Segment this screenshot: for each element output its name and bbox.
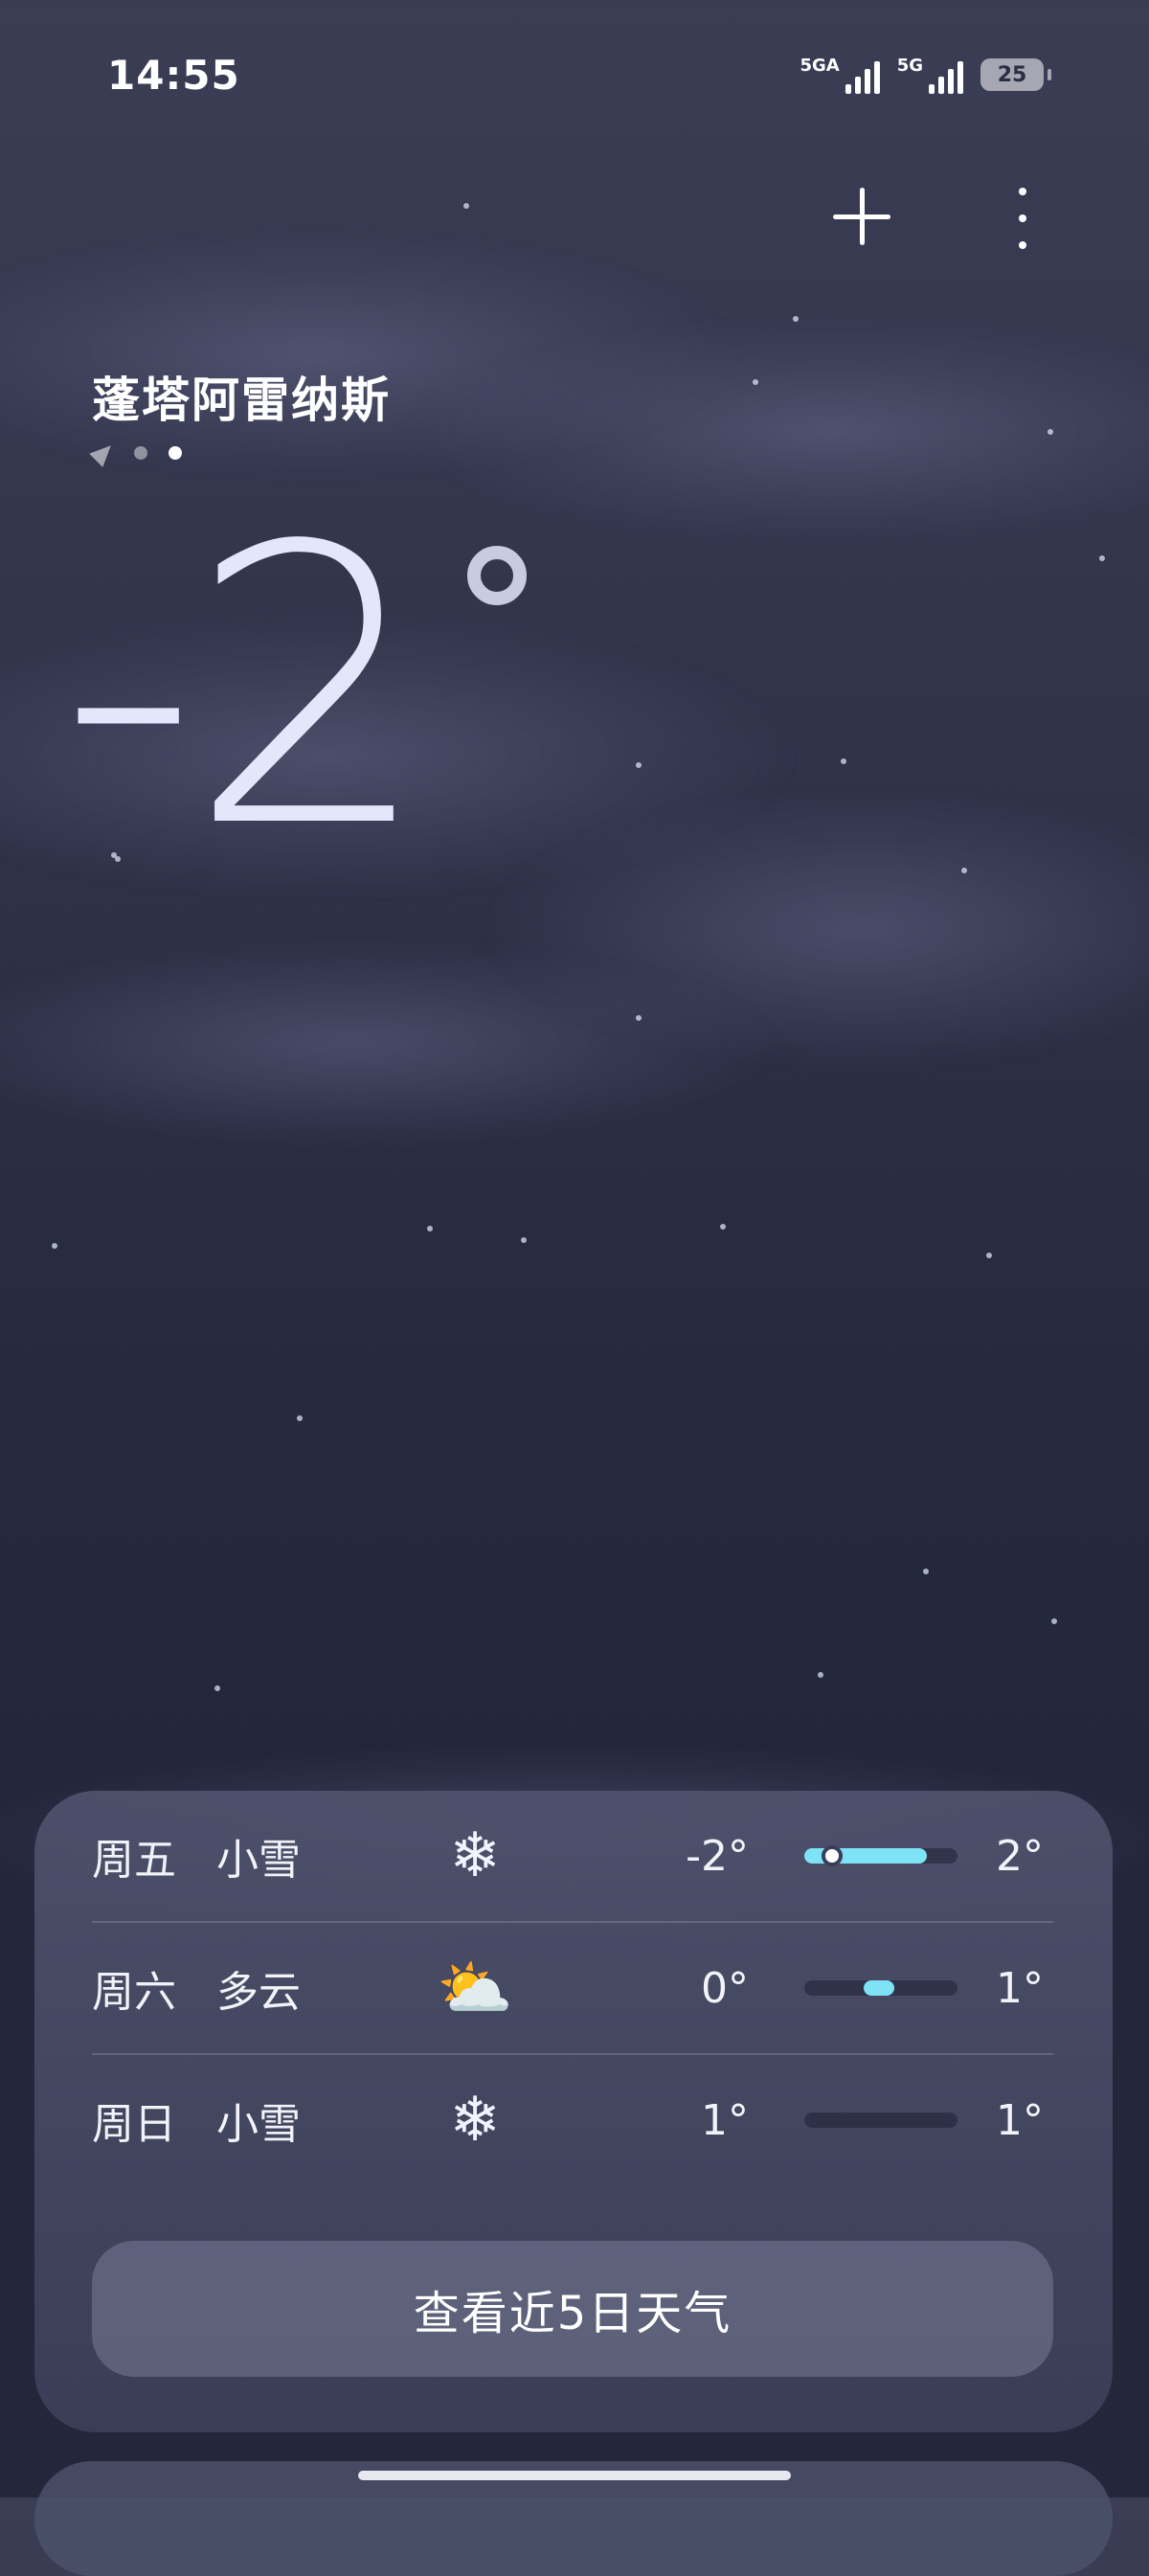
snowflake-icon: ❄ [449,2085,501,2156]
page-dot-active[interactable] [169,446,182,460]
range-fill [864,1980,894,1996]
status-time: 14:55 [107,52,240,99]
city-name: 蓬塔阿雷纳斯 [92,373,391,428]
forecast-condition: 小雪 [216,2100,301,2149]
forecast-low: -2° [686,1831,749,1881]
forecast-card[interactable]: 周五 小雪 ❄ -2° 2° 周六 多云 ⛅ 0° 1° 周日 小雪 ❄ 1° … [34,1791,1113,2432]
temperature-range-bar [804,2113,958,2128]
partly-cloudy-icon: ⛅ [437,1953,513,2024]
temperature-range-bar [804,1845,958,1866]
signal-bars-icon [929,56,963,94]
view-5-day-forecast-button[interactable]: 查看近5日天气 [92,2241,1053,2377]
network-label-5ga: 5GA [800,56,840,76]
forecast-day: 周六 [92,1968,176,2017]
battery-icon: 25 [980,58,1051,91]
network-label-5g: 5G [896,56,923,76]
forecast-high: 1° [996,2095,1044,2145]
forecast-row[interactable]: 周六 多云 ⛅ 0° 1° [92,1923,1053,2053]
forecast-high: 1° [996,1963,1044,2013]
more-options-button[interactable] [1005,188,1040,249]
status-icons: 5GA 5G 25 [800,54,1051,96]
location-arrow-icon [89,439,118,467]
current-temperature: -2 [59,466,432,912]
forecast-low: 0° [701,1963,749,2013]
forecast-day: 周五 [92,1836,176,1885]
add-city-button[interactable] [831,186,892,247]
home-indicator[interactable] [358,2471,791,2480]
forecast-high: 2° [996,1831,1044,1881]
battery-level: 25 [997,62,1027,87]
current-temp-marker [822,1845,843,1866]
status-bar: 14:55 5GA 5G 25 [0,0,1149,153]
page-dot[interactable] [134,446,147,460]
signal-bars-icon [845,56,880,94]
signal-5ga: 5GA [800,56,880,94]
forecast-row[interactable]: 周五 小雪 ❄ -2° 2° [92,1791,1053,1921]
degree-symbol [467,546,527,605]
forecast-day: 周日 [92,2100,176,2149]
snowflake-icon: ❄ [449,1820,501,1891]
forecast-low: 1° [701,2095,749,2145]
forecast-row[interactable]: 周日 小雪 ❄ 1° 1° [92,2055,1053,2185]
page-indicators [89,439,182,467]
forecast-condition: 小雪 [216,1836,301,1885]
more-vertical-icon [1019,188,1026,195]
forecast-condition: 多云 [216,1968,301,2017]
signal-5g: 5G [897,56,963,94]
temperature-range-bar [804,1980,958,1996]
